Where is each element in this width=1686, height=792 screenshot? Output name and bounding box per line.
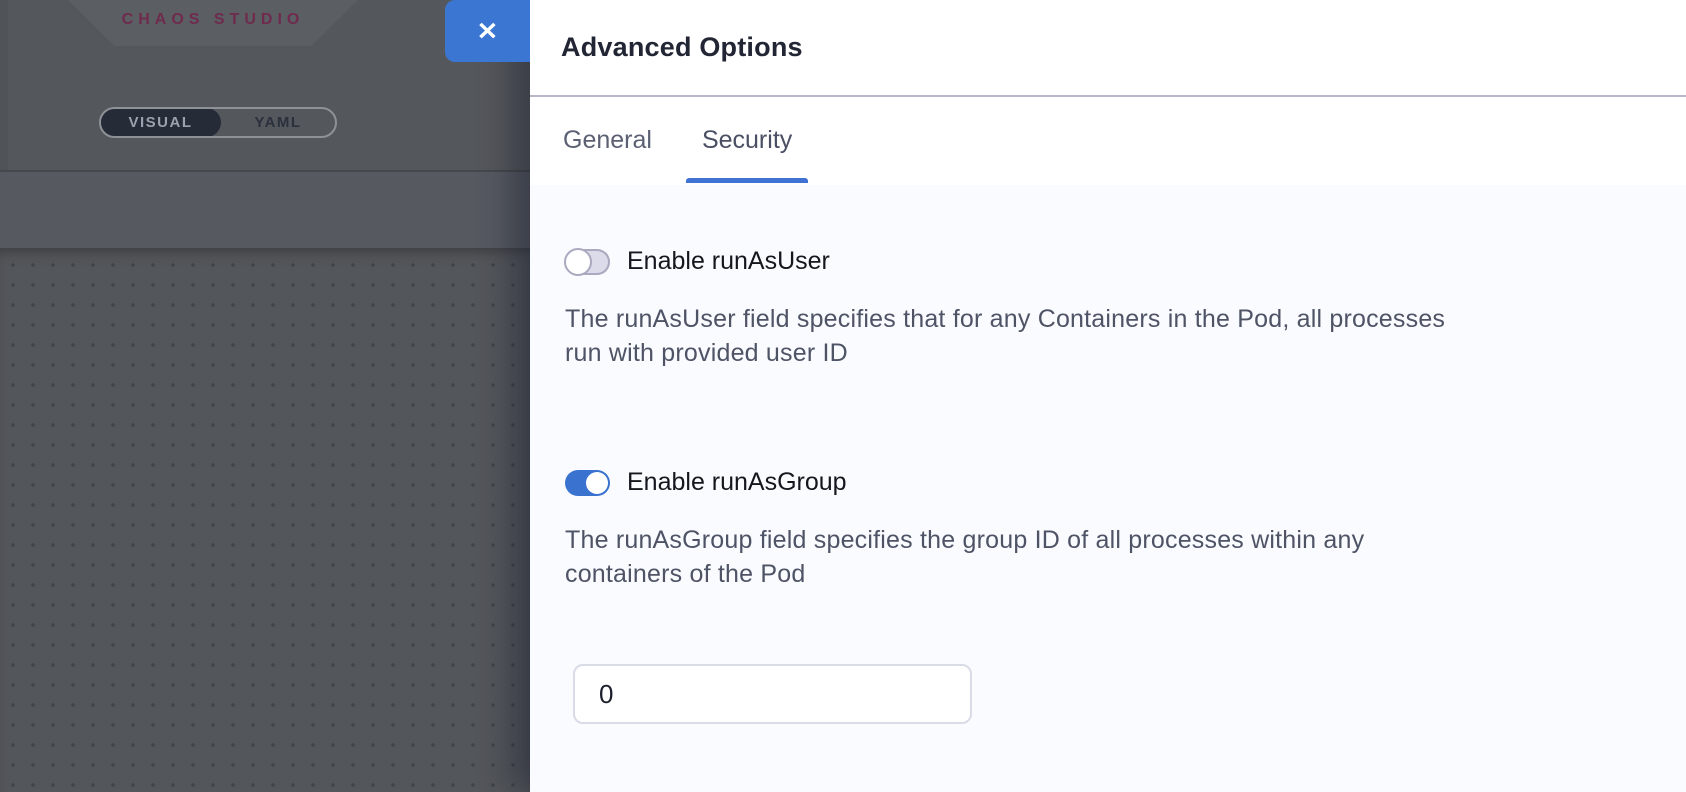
drawer-header: Advanced Options [530,0,1686,97]
close-icon: ✕ [477,19,499,44]
security-tab-panel: Enable runAsUser The runAsUser field spe… [530,185,1686,792]
run-as-user-row: Enable runAsUser [565,247,1686,276]
visual-mode-label: VISUAL [128,114,192,131]
run-as-group-description: The runAsGroup field specifies the group… [565,523,1686,591]
tab-security[interactable]: Security [686,97,808,183]
advanced-options-drawer: Advanced Options General Security Enable… [530,0,1686,792]
run-as-user-toggle[interactable] [565,249,610,275]
run-as-group-label: Enable runAsGroup [627,468,847,497]
tab-general[interactable]: General [547,97,668,183]
visual-mode-button[interactable]: VISUAL [100,108,221,137]
visual-yaml-toggle[interactable]: VISUAL YAML [99,107,337,138]
canvas-toolbar-band [0,172,530,248]
run-as-user-label: Enable runAsUser [627,247,830,276]
yaml-mode-label: YAML [254,114,301,131]
drawer-title: Advanced Options [561,32,803,63]
toggle-knob [586,472,608,494]
drawer-tabs: General Security [530,97,1686,183]
run-as-group-toggle[interactable] [565,470,610,496]
yaml-mode-button[interactable]: YAML [221,109,335,136]
run-as-group-row: Enable runAsGroup [565,468,1686,497]
studio-banner: CHAOS STUDIO [68,0,358,46]
studio-banner-title: CHAOS STUDIO [122,11,305,35]
run-as-user-description: The runAsUser field specifies that for a… [565,302,1686,370]
run-as-group-value-input[interactable] [573,664,972,724]
drawer-close-button[interactable]: ✕ [445,0,530,62]
toggle-knob [564,248,592,276]
pipeline-dot-canvas[interactable] [0,248,530,792]
chaos-studio-canvas: CHAOS STUDIO VISUAL YAML [0,0,530,792]
